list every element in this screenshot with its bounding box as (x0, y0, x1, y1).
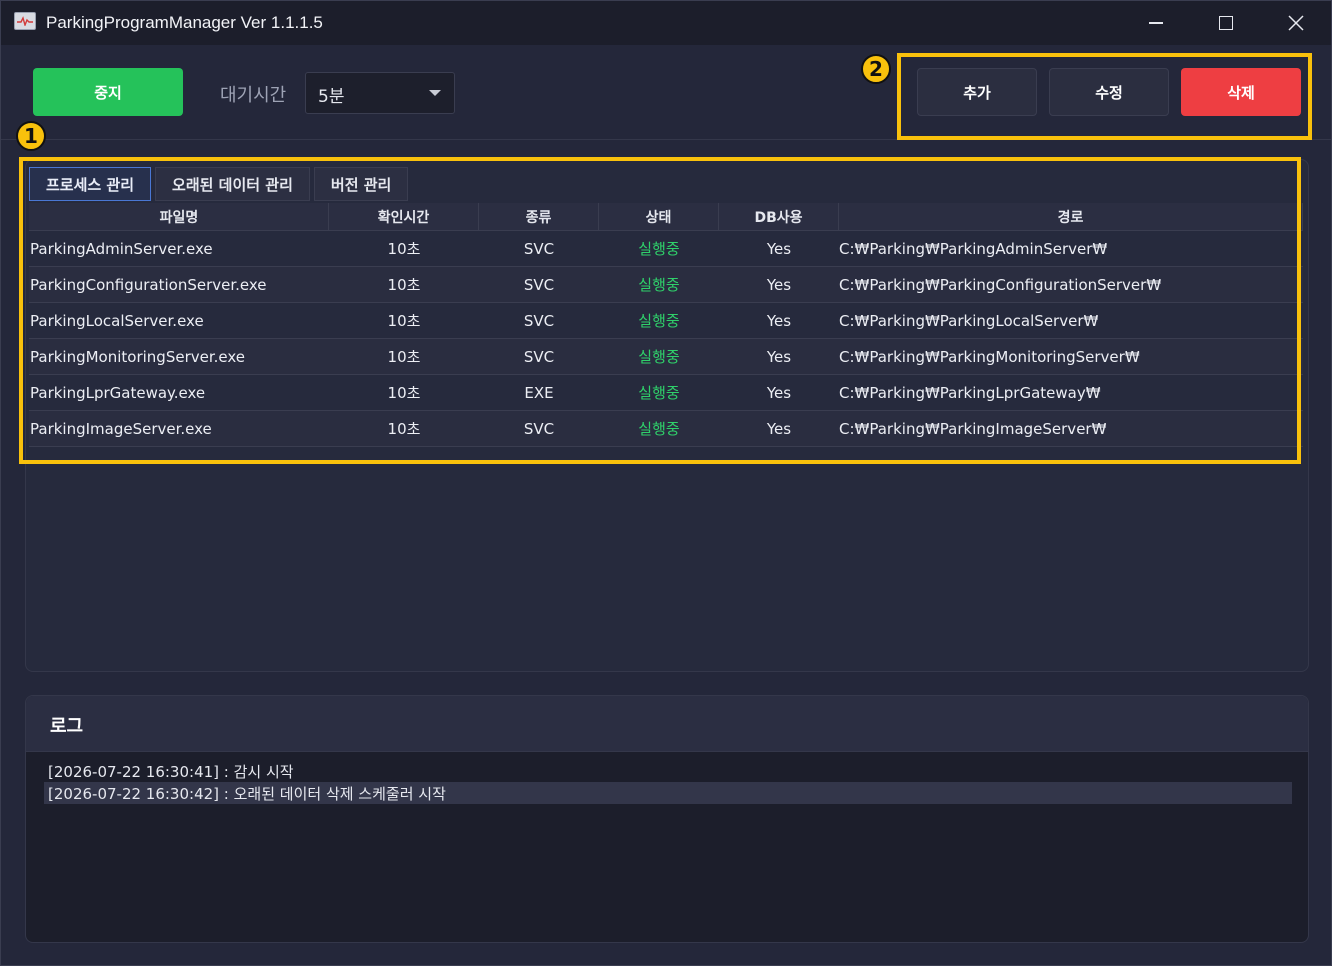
table-row[interactable]: ParkingImageServer.exe 10초 SVC 실행중 Yes C… (29, 411, 1303, 447)
table-row[interactable]: ParkingLprGateway.exe 10초 EXE 실행중 Yes C:… (29, 375, 1303, 411)
cell-status: 실행중 (638, 384, 680, 402)
annotation-badge-1: 1 (16, 121, 46, 151)
cell-status: 실행중 (638, 240, 680, 258)
cell-db-usage: Yes (766, 347, 792, 366)
cell-path: C:₩Parking₩ParkingLocalServer₩ (839, 311, 1099, 330)
app-window: ParkingProgramManager Ver 1.1.1.5 중지 대기시… (0, 0, 1332, 966)
cell-type: SVC (523, 239, 555, 258)
log-line[interactable]: [2026-07-22 16:30:41] : 감시 시작 (44, 760, 1292, 782)
minimize-button[interactable] (1121, 1, 1191, 45)
chevron-down-icon (429, 90, 441, 96)
cell-path: C:₩Parking₩ParkingMonitoringServer₩ (839, 347, 1140, 366)
cell-filename: ParkingImageServer.exe (30, 419, 212, 438)
tab-process-management[interactable]: 프로세스 관리 (29, 167, 152, 201)
cell-status: 실행중 (638, 420, 680, 438)
table-row[interactable]: ParkingConfigurationServer.exe 10초 SVC 실… (29, 267, 1303, 303)
close-button[interactable] (1261, 1, 1331, 45)
cell-db-usage: Yes (766, 383, 792, 402)
title-bar[interactable]: ParkingProgramManager Ver 1.1.1.5 (1, 1, 1331, 45)
tab-old-data-management[interactable]: 오래된 데이터 관리 (155, 167, 310, 201)
add-button[interactable]: 추가 (917, 68, 1037, 116)
minimize-icon (1149, 22, 1163, 24)
table-row[interactable]: ParkingLocalServer.exe 10초 SVC 실행중 Yes C… (29, 303, 1303, 339)
column-header-filename[interactable]: 파일명 (29, 203, 329, 230)
cell-status: 실행중 (638, 348, 680, 366)
cell-type: EXE (524, 383, 554, 402)
log-list[interactable]: [2026-07-22 16:30:41] : 감시 시작 [2026-07-2… (44, 760, 1292, 804)
monitor-pulse-icon (14, 12, 36, 30)
cell-type: SVC (523, 311, 555, 330)
tab-bar: 프로세스 관리 오래된 데이터 관리 버전 관리 (29, 167, 412, 201)
tab-version-management[interactable]: 버전 관리 (313, 167, 409, 201)
cell-filename: ParkingLprGateway.exe (30, 383, 206, 402)
cell-status: 실행중 (638, 312, 680, 330)
wait-time-select[interactable]: 5분 (305, 72, 455, 114)
log-header: 로그 (26, 696, 1308, 752)
log-line[interactable]: [2026-07-22 16:30:42] : 오래된 데이터 삭제 스케줄러 … (44, 782, 1292, 804)
maximize-button[interactable] (1191, 1, 1261, 45)
toolbar-divider (1, 139, 1331, 140)
cell-check-time: 10초 (387, 420, 421, 438)
table-header: 파일명 확인시간 종류 상태 DB사용 경로 (29, 203, 1303, 231)
cell-filename: ParkingLocalServer.exe (30, 311, 204, 330)
cell-filename: ParkingConfigurationServer.exe (30, 275, 267, 294)
cell-check-time: 10초 (387, 276, 421, 294)
window-title: ParkingProgramManager Ver 1.1.1.5 (46, 13, 323, 32)
cell-type: SVC (523, 347, 555, 366)
column-header-path[interactable]: 경로 (839, 203, 1303, 230)
edit-button[interactable]: 수정 (1049, 68, 1169, 116)
table-row[interactable]: ParkingMonitoringServer.exe 10초 SVC 실행중 … (29, 339, 1303, 375)
cell-filename: ParkingMonitoringServer.exe (30, 347, 246, 366)
annotation-badge-2: 2 (861, 54, 891, 84)
process-table: 파일명 확인시간 종류 상태 DB사용 경로 ParkingAdminServe… (29, 203, 1303, 447)
stop-button[interactable]: 중지 (33, 68, 183, 116)
cell-check-time: 10초 (387, 348, 421, 366)
cell-filename: ParkingAdminServer.exe (30, 239, 213, 258)
delete-button[interactable]: 삭제 (1181, 68, 1301, 116)
log-title: 로그 (50, 716, 84, 737)
cell-path: C:₩Parking₩ParkingLprGateway₩ (839, 383, 1101, 402)
cell-db-usage: Yes (766, 275, 792, 294)
cell-db-usage: Yes (766, 239, 792, 258)
column-header-type[interactable]: 종류 (479, 203, 599, 230)
cell-path: C:₩Parking₩ParkingConfigurationServer₩ (839, 275, 1162, 294)
cell-check-time: 10초 (387, 384, 421, 402)
column-header-db-usage[interactable]: DB사용 (719, 203, 839, 230)
column-header-check-time[interactable]: 확인시간 (329, 203, 479, 230)
cell-path: C:₩Parking₩ParkingImageServer₩ (839, 419, 1107, 438)
cell-path: C:₩Parking₩ParkingAdminServer₩ (839, 239, 1108, 258)
cell-check-time: 10초 (387, 240, 421, 258)
cell-check-time: 10초 (387, 312, 421, 330)
close-icon (1288, 15, 1304, 31)
cell-type: SVC (523, 275, 555, 294)
cell-db-usage: Yes (766, 311, 792, 330)
log-panel: 로그 [2026-07-22 16:30:41] : 감시 시작 [2026-0… (25, 695, 1309, 943)
cell-db-usage: Yes (766, 419, 792, 438)
column-header-status[interactable]: 상태 (599, 203, 719, 230)
maximize-icon (1219, 16, 1233, 30)
wait-time-value: 5분 (318, 87, 345, 107)
cell-status: 실행중 (638, 276, 680, 294)
cell-type: SVC (523, 419, 555, 438)
wait-time-label: 대기시간 (220, 85, 287, 106)
table-body: ParkingAdminServer.exe 10초 SVC 실행중 Yes C… (29, 231, 1303, 447)
table-row[interactable]: ParkingAdminServer.exe 10초 SVC 실행중 Yes C… (29, 231, 1303, 267)
